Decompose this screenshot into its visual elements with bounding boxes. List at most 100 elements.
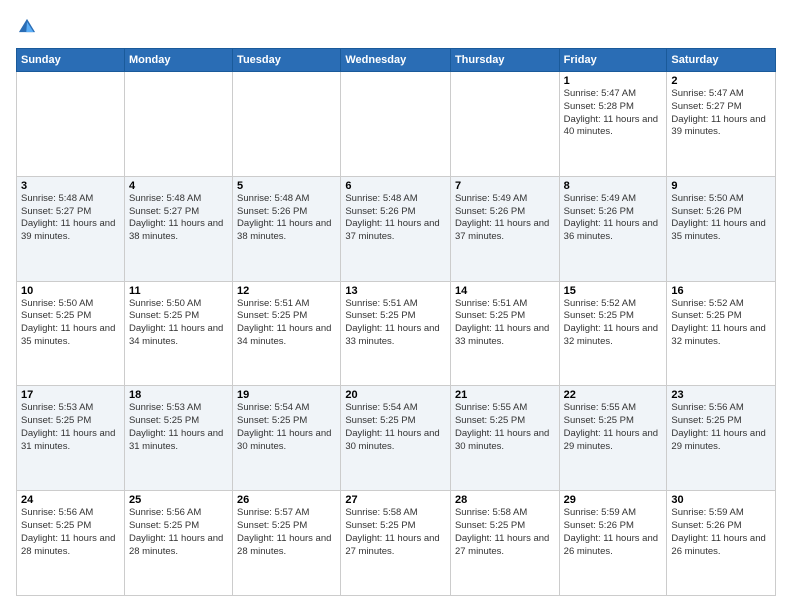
day-info: Sunrise: 5:49 AMSunset: 5:26 PMDaylight:…: [455, 193, 555, 244]
calendar-cell: 27Sunrise: 5:58 AMSunset: 5:25 PMDayligh…: [341, 491, 451, 596]
day-number: 29: [564, 494, 663, 506]
page: SundayMondayTuesdayWednesdayThursdayFrid…: [0, 0, 792, 612]
calendar-cell: 19Sunrise: 5:54 AMSunset: 5:25 PMDayligh…: [233, 386, 341, 491]
day-number: 5: [237, 180, 336, 192]
header: [16, 16, 776, 38]
calendar-cell: 22Sunrise: 5:55 AMSunset: 5:25 PMDayligh…: [559, 386, 667, 491]
day-info: Sunrise: 5:53 AMSunset: 5:25 PMDaylight:…: [21, 402, 120, 453]
day-info: Sunrise: 5:54 AMSunset: 5:25 PMDaylight:…: [237, 402, 336, 453]
day-number: 26: [237, 494, 336, 506]
calendar-cell: 18Sunrise: 5:53 AMSunset: 5:25 PMDayligh…: [124, 386, 232, 491]
day-info: Sunrise: 5:49 AMSunset: 5:26 PMDaylight:…: [564, 193, 663, 244]
day-info: Sunrise: 5:59 AMSunset: 5:26 PMDaylight:…: [564, 507, 663, 558]
calendar-header-thursday: Thursday: [450, 49, 559, 72]
calendar-cell: 2Sunrise: 5:47 AMSunset: 5:27 PMDaylight…: [667, 72, 776, 177]
calendar-cell: 21Sunrise: 5:55 AMSunset: 5:25 PMDayligh…: [450, 386, 559, 491]
calendar-cell: [450, 72, 559, 177]
calendar-cell: 5Sunrise: 5:48 AMSunset: 5:26 PMDaylight…: [233, 176, 341, 281]
day-info: Sunrise: 5:58 AMSunset: 5:25 PMDaylight:…: [345, 507, 446, 558]
calendar-cell: 14Sunrise: 5:51 AMSunset: 5:25 PMDayligh…: [450, 281, 559, 386]
calendar-cell: 3Sunrise: 5:48 AMSunset: 5:27 PMDaylight…: [17, 176, 125, 281]
logo: [16, 16, 40, 38]
calendar-cell: 29Sunrise: 5:59 AMSunset: 5:26 PMDayligh…: [559, 491, 667, 596]
calendar-cell: 16Sunrise: 5:52 AMSunset: 5:25 PMDayligh…: [667, 281, 776, 386]
day-number: 27: [345, 494, 446, 506]
day-info: Sunrise: 5:57 AMSunset: 5:25 PMDaylight:…: [237, 507, 336, 558]
calendar-cell: 10Sunrise: 5:50 AMSunset: 5:25 PMDayligh…: [17, 281, 125, 386]
day-number: 19: [237, 389, 336, 401]
day-number: 22: [564, 389, 663, 401]
calendar-cell: [17, 72, 125, 177]
calendar-header-friday: Friday: [559, 49, 667, 72]
calendar-week-row: 10Sunrise: 5:50 AMSunset: 5:25 PMDayligh…: [17, 281, 776, 386]
day-info: Sunrise: 5:55 AMSunset: 5:25 PMDaylight:…: [564, 402, 663, 453]
day-info: Sunrise: 5:50 AMSunset: 5:25 PMDaylight:…: [129, 298, 228, 349]
calendar-cell: 9Sunrise: 5:50 AMSunset: 5:26 PMDaylight…: [667, 176, 776, 281]
day-info: Sunrise: 5:56 AMSunset: 5:25 PMDaylight:…: [129, 507, 228, 558]
day-number: 15: [564, 285, 663, 297]
day-number: 17: [21, 389, 120, 401]
day-number: 11: [129, 285, 228, 297]
calendar-cell: [124, 72, 232, 177]
calendar-week-row: 24Sunrise: 5:56 AMSunset: 5:25 PMDayligh…: [17, 491, 776, 596]
calendar-cell: 20Sunrise: 5:54 AMSunset: 5:25 PMDayligh…: [341, 386, 451, 491]
calendar-header-saturday: Saturday: [667, 49, 776, 72]
day-info: Sunrise: 5:47 AMSunset: 5:27 PMDaylight:…: [671, 88, 771, 139]
calendar-cell: 28Sunrise: 5:58 AMSunset: 5:25 PMDayligh…: [450, 491, 559, 596]
day-info: Sunrise: 5:51 AMSunset: 5:25 PMDaylight:…: [237, 298, 336, 349]
calendar-cell: 1Sunrise: 5:47 AMSunset: 5:28 PMDaylight…: [559, 72, 667, 177]
day-info: Sunrise: 5:56 AMSunset: 5:25 PMDaylight:…: [21, 507, 120, 558]
day-number: 9: [671, 180, 771, 192]
calendar-header-sunday: Sunday: [17, 49, 125, 72]
day-info: Sunrise: 5:56 AMSunset: 5:25 PMDaylight:…: [671, 402, 771, 453]
calendar-cell: 23Sunrise: 5:56 AMSunset: 5:25 PMDayligh…: [667, 386, 776, 491]
calendar-cell: 30Sunrise: 5:59 AMSunset: 5:26 PMDayligh…: [667, 491, 776, 596]
day-number: 28: [455, 494, 555, 506]
day-info: Sunrise: 5:48 AMSunset: 5:26 PMDaylight:…: [345, 193, 446, 244]
day-number: 23: [671, 389, 771, 401]
calendar-cell: 4Sunrise: 5:48 AMSunset: 5:27 PMDaylight…: [124, 176, 232, 281]
day-info: Sunrise: 5:52 AMSunset: 5:25 PMDaylight:…: [671, 298, 771, 349]
day-number: 14: [455, 285, 555, 297]
day-number: 4: [129, 180, 228, 192]
day-number: 6: [345, 180, 446, 192]
day-number: 12: [237, 285, 336, 297]
calendar-table: SundayMondayTuesdayWednesdayThursdayFrid…: [16, 48, 776, 596]
day-info: Sunrise: 5:53 AMSunset: 5:25 PMDaylight:…: [129, 402, 228, 453]
day-info: Sunrise: 5:58 AMSunset: 5:25 PMDaylight:…: [455, 507, 555, 558]
day-info: Sunrise: 5:48 AMSunset: 5:26 PMDaylight:…: [237, 193, 336, 244]
calendar-cell: 15Sunrise: 5:52 AMSunset: 5:25 PMDayligh…: [559, 281, 667, 386]
calendar-cell: 7Sunrise: 5:49 AMSunset: 5:26 PMDaylight…: [450, 176, 559, 281]
day-info: Sunrise: 5:48 AMSunset: 5:27 PMDaylight:…: [129, 193, 228, 244]
day-info: Sunrise: 5:47 AMSunset: 5:28 PMDaylight:…: [564, 88, 663, 139]
logo-icon: [16, 16, 38, 38]
day-info: Sunrise: 5:48 AMSunset: 5:27 PMDaylight:…: [21, 193, 120, 244]
day-number: 16: [671, 285, 771, 297]
day-info: Sunrise: 5:54 AMSunset: 5:25 PMDaylight:…: [345, 402, 446, 453]
calendar-header-tuesday: Tuesday: [233, 49, 341, 72]
day-number: 1: [564, 75, 663, 87]
calendar-cell: 25Sunrise: 5:56 AMSunset: 5:25 PMDayligh…: [124, 491, 232, 596]
calendar-cell: 26Sunrise: 5:57 AMSunset: 5:25 PMDayligh…: [233, 491, 341, 596]
day-number: 30: [671, 494, 771, 506]
calendar-week-row: 1Sunrise: 5:47 AMSunset: 5:28 PMDaylight…: [17, 72, 776, 177]
day-number: 2: [671, 75, 771, 87]
calendar-header-row: SundayMondayTuesdayWednesdayThursdayFrid…: [17, 49, 776, 72]
day-info: Sunrise: 5:51 AMSunset: 5:25 PMDaylight:…: [345, 298, 446, 349]
day-number: 8: [564, 180, 663, 192]
calendar-cell: 17Sunrise: 5:53 AMSunset: 5:25 PMDayligh…: [17, 386, 125, 491]
calendar-cell: 8Sunrise: 5:49 AMSunset: 5:26 PMDaylight…: [559, 176, 667, 281]
calendar-header-wednesday: Wednesday: [341, 49, 451, 72]
day-number: 10: [21, 285, 120, 297]
day-info: Sunrise: 5:51 AMSunset: 5:25 PMDaylight:…: [455, 298, 555, 349]
day-info: Sunrise: 5:52 AMSunset: 5:25 PMDaylight:…: [564, 298, 663, 349]
calendar-week-row: 3Sunrise: 5:48 AMSunset: 5:27 PMDaylight…: [17, 176, 776, 281]
day-info: Sunrise: 5:50 AMSunset: 5:25 PMDaylight:…: [21, 298, 120, 349]
calendar-cell: [233, 72, 341, 177]
day-number: 25: [129, 494, 228, 506]
calendar-cell: 24Sunrise: 5:56 AMSunset: 5:25 PMDayligh…: [17, 491, 125, 596]
day-number: 20: [345, 389, 446, 401]
calendar-cell: 12Sunrise: 5:51 AMSunset: 5:25 PMDayligh…: [233, 281, 341, 386]
day-info: Sunrise: 5:59 AMSunset: 5:26 PMDaylight:…: [671, 507, 771, 558]
calendar-cell: 6Sunrise: 5:48 AMSunset: 5:26 PMDaylight…: [341, 176, 451, 281]
